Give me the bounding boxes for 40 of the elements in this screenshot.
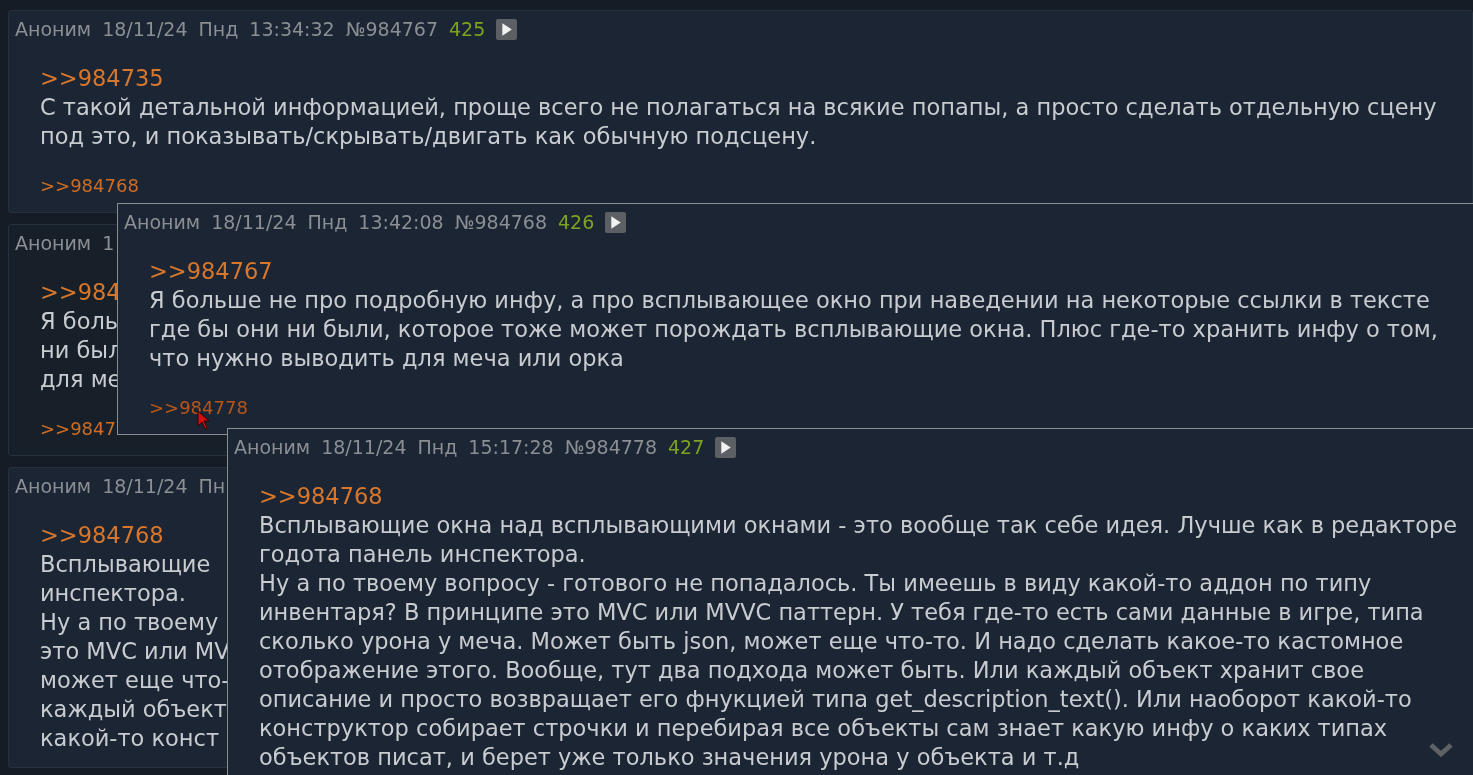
play-icon[interactable] (715, 436, 737, 458)
post-number[interactable]: №984778 (564, 436, 657, 458)
post-text: Ну а по твоему это MVC или MV может еще что- каждый объект какой-то конст (40, 608, 230, 753)
post-number[interactable]: №984767 (345, 18, 438, 40)
post-author: Аноним (15, 18, 92, 40)
post-number[interactable]: №984768 (454, 211, 547, 233)
post-text: С такой детальной информацией, проще всего не полагаться на всякие попапы, а просто сделать отдельную сцену под это, и показывать/скрывать/двигать как обычную подсцену. (40, 93, 1437, 151)
reply-link[interactable]: >>984768 (40, 522, 164, 548)
post-time: 15:17:28 (468, 436, 554, 458)
post-author: Аноним (234, 436, 311, 458)
post-text: Всплывающие окна над всплывающими окнами - это вообще так себе идея. Лучше как в редакторе годота панель инспектора. (259, 511, 1458, 569)
post-weekday: Пнд (417, 436, 458, 458)
post-text: Ну а по твоему вопросу - готового не попадалось. Ты имеешь в виду какой-то аддон по типу инвентаря? В принципе это MVC или MVVC паттерн. У тебя где-то есть сами данные в игре, типа сколько урона у меча. Может быть json, может еще что-то. И надо сделать какое-то кастомное отображение этого. Вообще, тут два подхода может быть. Или каждый объект хранит свое описание и просто возвращает его фнукцией типа get_description_text(). Или наоборот какой-то конструктор собирает строчки и перебирая все объекты сам знает какую инфу о каких типах объектов писат, и берет уже только значения урона у объекта и т.д (259, 569, 1424, 772)
post-date: 18/11/24 (211, 211, 297, 233)
chevron-down-icon[interactable] (1428, 742, 1454, 758)
post-time: 13:42:08 (358, 211, 444, 233)
backlink[interactable]: >>984778 (149, 397, 248, 418)
post-date: 1 (102, 232, 115, 254)
post-date: 18/11/24 (321, 436, 407, 458)
reply-link[interactable]: >>984735 (40, 65, 164, 91)
reply-link[interactable]: >>984767 (149, 258, 273, 284)
post-author: Аноним (15, 475, 92, 497)
post-text: Я больше не про подробную инфу, а про всплывающее окно при наведении на некоторые ссылки в тексте где бы они ни были, которое тоже может порождать всплывающие окна. Плюс где-то хранить инфу о том, что нужно выводить для меча или орка (149, 286, 1438, 373)
play-icon[interactable] (605, 211, 627, 233)
post-author: Аноним (124, 211, 201, 233)
post-author: Аноним (15, 232, 92, 254)
post-count: 426 (558, 211, 595, 233)
play-icon[interactable] (496, 18, 518, 40)
post-weekday: Пнд (198, 18, 239, 40)
post-weekday: Пн (198, 475, 226, 497)
post-date: 18/11/24 (102, 475, 188, 497)
post-count: 427 (668, 436, 705, 458)
post-time: 13:34:32 (249, 18, 335, 40)
backlink[interactable]: >>984768 (40, 175, 139, 196)
backlink[interactable]: >>9847 (40, 418, 116, 439)
post-count: 425 (449, 18, 486, 40)
post-weekday: Пнд (307, 211, 348, 233)
reply-link[interactable]: >>984768 (259, 483, 383, 509)
post-date: 18/11/24 (102, 18, 188, 40)
post-text: Всплывающие инспектора. (40, 550, 211, 608)
